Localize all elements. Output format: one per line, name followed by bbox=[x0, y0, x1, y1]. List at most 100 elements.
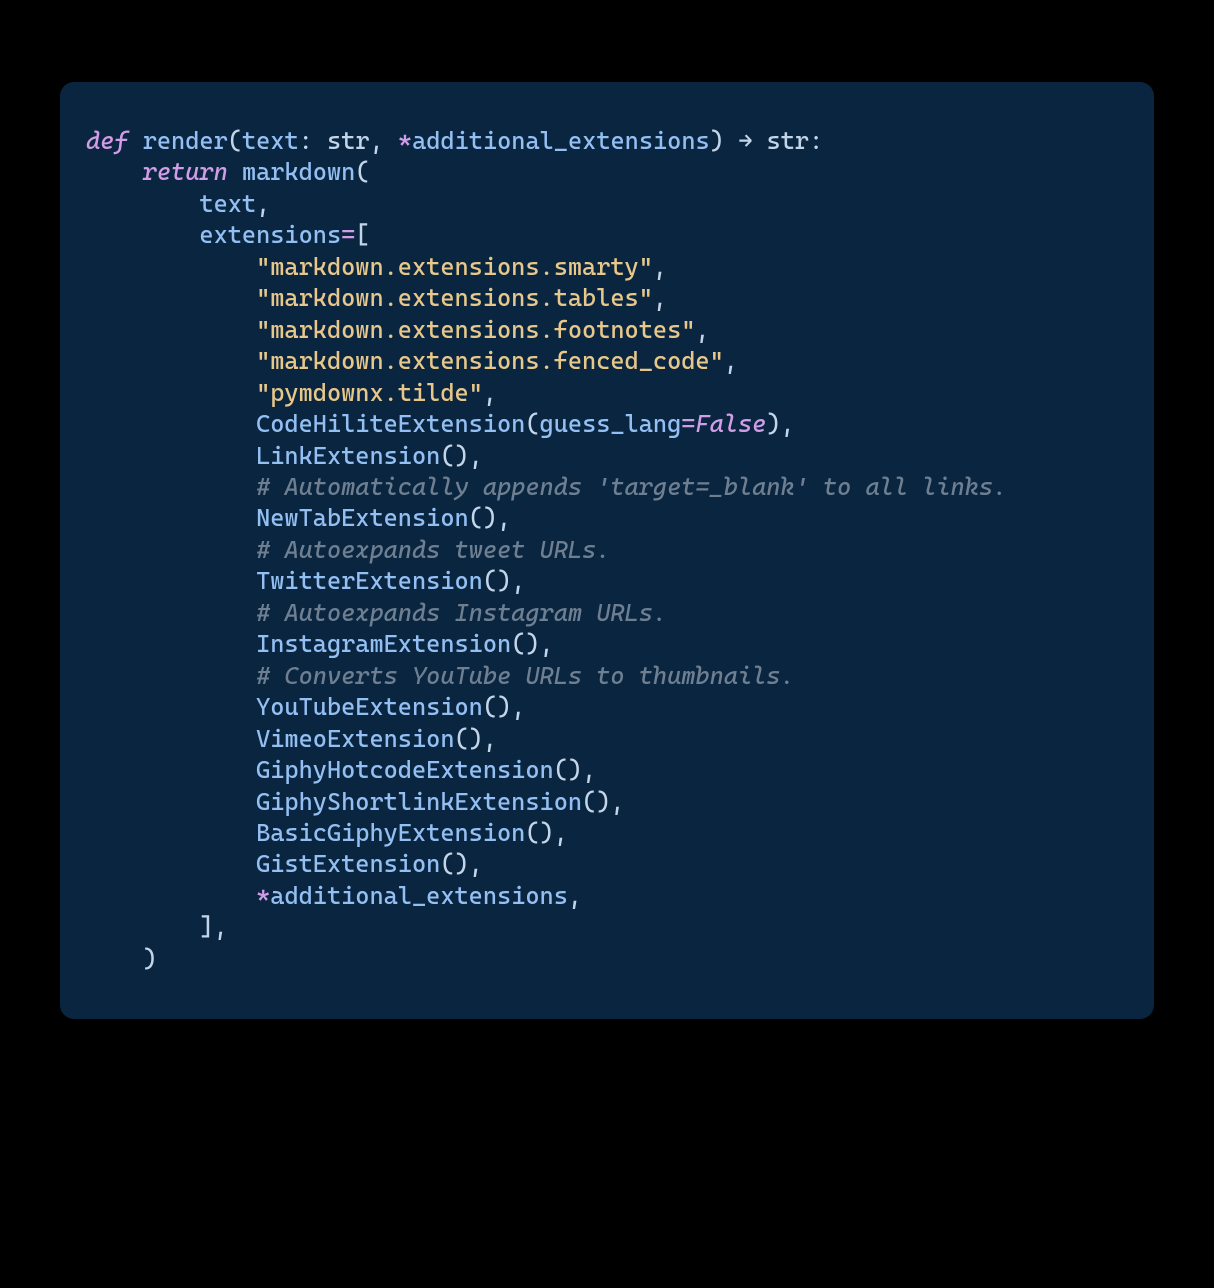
indent bbox=[86, 756, 256, 784]
bracket-close: ] bbox=[199, 913, 213, 941]
indent bbox=[86, 536, 256, 564]
comma: , bbox=[540, 630, 554, 658]
space bbox=[752, 127, 766, 155]
call-twitterextension: TwitterExtension bbox=[256, 567, 483, 595]
comment-tweet: # Autoexpands tweet URLs. bbox=[256, 536, 610, 564]
parens: () bbox=[455, 725, 483, 753]
comma: , bbox=[653, 253, 667, 281]
colon-end: : bbox=[809, 127, 823, 155]
indent bbox=[86, 504, 256, 532]
parens: () bbox=[511, 630, 539, 658]
comment-instagram: # Autoexpands Instagram URLs. bbox=[256, 599, 667, 627]
paren-open: ( bbox=[228, 127, 242, 155]
call-newtabextension: NewTabExtension bbox=[256, 504, 469, 532]
call-giphyhotcode: GiphyHotcodeExtension bbox=[256, 756, 554, 784]
indent bbox=[86, 882, 256, 910]
comment-target-blank: # Automatically appends 'target=_blank' … bbox=[256, 473, 1007, 501]
parens: () bbox=[525, 819, 553, 847]
indent bbox=[86, 693, 256, 721]
call-gistextension: GistExtension bbox=[256, 850, 440, 878]
arg-text: text bbox=[199, 190, 256, 218]
indent bbox=[86, 850, 256, 878]
call-vimeoextension: VimeoExtension bbox=[256, 725, 454, 753]
string-fenced-code: "markdown.extensions.fenced_code" bbox=[256, 347, 724, 375]
indent bbox=[86, 410, 256, 438]
keyword-def: def bbox=[86, 127, 129, 155]
parens: () bbox=[469, 504, 497, 532]
paren-close: ) bbox=[710, 127, 738, 155]
func-name: render bbox=[129, 127, 228, 155]
indent bbox=[86, 379, 256, 407]
indent bbox=[86, 788, 256, 816]
call-giphyshortlink: GiphyShortlinkExtension bbox=[256, 788, 582, 816]
parens: () bbox=[582, 788, 610, 816]
code-card: def render(text: str, *additional_extens… bbox=[60, 82, 1154, 1019]
return-type: str bbox=[766, 127, 809, 155]
comma: , bbox=[695, 316, 709, 344]
indent bbox=[86, 253, 256, 281]
indent bbox=[86, 316, 256, 344]
string-tilde: "pymdownx.tilde" bbox=[256, 379, 483, 407]
kwarg-guess-lang: guess_lang bbox=[540, 410, 682, 438]
paren-open: ( bbox=[355, 158, 369, 186]
paren-close: ) bbox=[143, 945, 157, 973]
comma: , bbox=[653, 284, 667, 312]
parens: () bbox=[440, 442, 468, 470]
colon: : bbox=[299, 127, 327, 155]
indent bbox=[86, 473, 256, 501]
parens: () bbox=[554, 756, 582, 784]
kwarg-extensions: extensions bbox=[199, 221, 341, 249]
comma: , bbox=[469, 850, 483, 878]
bracket-open: [ bbox=[355, 221, 369, 249]
comma: , bbox=[582, 756, 596, 784]
equals-op: = bbox=[681, 410, 695, 438]
param-text: text bbox=[242, 127, 299, 155]
equals-op: = bbox=[341, 221, 355, 249]
indent bbox=[86, 190, 199, 218]
space bbox=[228, 158, 242, 186]
call-linkextension: LinkExtension bbox=[256, 442, 440, 470]
parens: () bbox=[483, 693, 511, 721]
indent bbox=[86, 158, 143, 186]
arrow-icon: → bbox=[738, 127, 752, 155]
star-op: * bbox=[398, 127, 412, 155]
indent bbox=[86, 347, 256, 375]
indent bbox=[86, 284, 256, 312]
comma: , bbox=[511, 693, 525, 721]
keyword-return: return bbox=[143, 158, 228, 186]
call-codehilite: CodeHiliteExtension bbox=[256, 410, 525, 438]
parens: () bbox=[440, 850, 468, 878]
indent bbox=[86, 630, 256, 658]
indent bbox=[86, 567, 256, 595]
string-smarty: "markdown.extensions.smarty" bbox=[256, 253, 653, 281]
indent bbox=[86, 945, 143, 973]
comma: , bbox=[724, 347, 738, 375]
indent bbox=[86, 725, 256, 753]
type-str: str bbox=[327, 127, 370, 155]
literal-false: False bbox=[695, 410, 766, 438]
comma: , bbox=[511, 567, 525, 595]
call-basicgiphy: BasicGiphyExtension bbox=[256, 819, 525, 847]
comma: , bbox=[483, 725, 497, 753]
comma: , bbox=[214, 913, 228, 941]
comma: , bbox=[781, 410, 795, 438]
call-instagramextension: InstagramExtension bbox=[256, 630, 511, 658]
comma: , bbox=[483, 379, 497, 407]
string-footnotes: "markdown.extensions.footnotes" bbox=[256, 316, 695, 344]
arg-addext: additional_extensions bbox=[270, 882, 568, 910]
indent bbox=[86, 913, 199, 941]
indent bbox=[86, 442, 256, 470]
string-tables: "markdown.extensions.tables" bbox=[256, 284, 653, 312]
comma: , bbox=[469, 442, 483, 470]
indent bbox=[86, 662, 256, 690]
paren-open: ( bbox=[525, 410, 539, 438]
comma: , bbox=[256, 190, 270, 218]
param-addext: additional_extensions bbox=[412, 127, 710, 155]
code-block: def render(text: str, *additional_extens… bbox=[86, 126, 1128, 975]
indent bbox=[86, 599, 256, 627]
indent bbox=[86, 221, 199, 249]
comma: , bbox=[370, 127, 398, 155]
comma: , bbox=[497, 504, 511, 532]
comment-youtube: # Converts YouTube URLs to thumbnails. bbox=[256, 662, 795, 690]
call-markdown: markdown bbox=[242, 158, 355, 186]
